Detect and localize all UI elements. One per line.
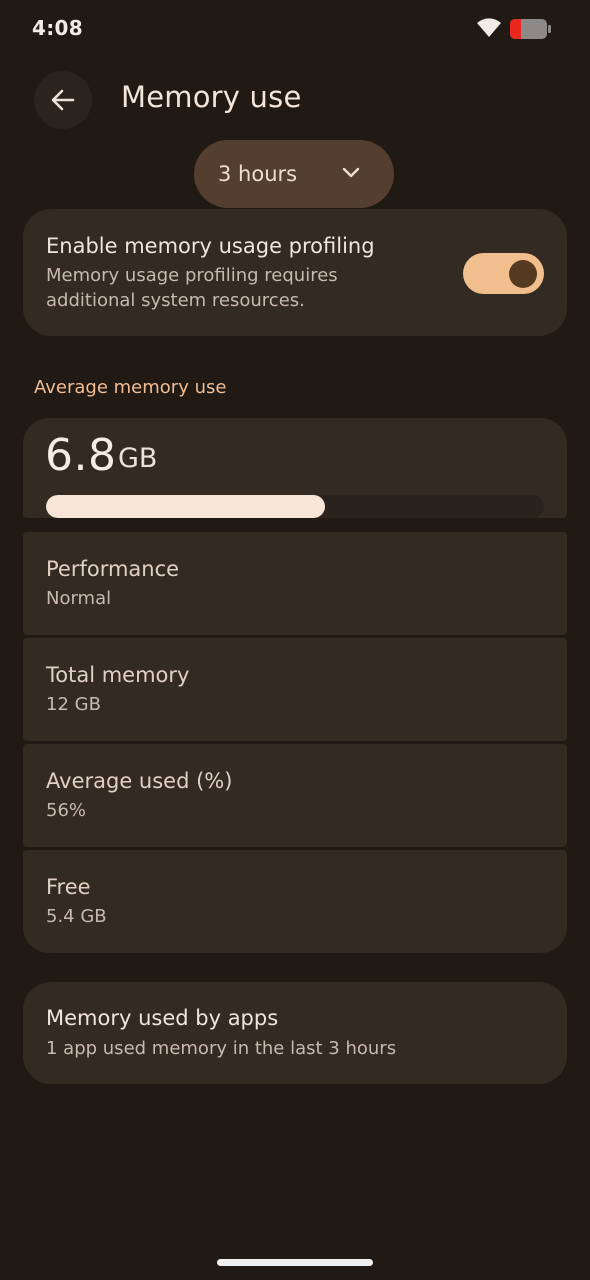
stat-label: Total memory bbox=[46, 663, 190, 687]
profiling-description-line1: Memory usage profiling requires bbox=[46, 265, 338, 286]
status-bar: 4:08 bbox=[0, 0, 590, 56]
stat-label: Free bbox=[46, 875, 91, 899]
stat-row-average-used: Average used (%) 56% bbox=[23, 744, 567, 847]
memory-profiling-setting[interactable]: Enable memory usage profiling Memory usa… bbox=[23, 209, 567, 336]
stat-label: Average used (%) bbox=[46, 769, 233, 793]
average-memory-unit: GB bbox=[118, 443, 158, 474]
stat-row-total-memory: Total memory 12 GB bbox=[23, 638, 567, 741]
stat-value: Normal bbox=[46, 588, 112, 609]
average-memory-card: 6.8 GB bbox=[23, 418, 567, 518]
chevron-down-icon bbox=[342, 167, 360, 178]
battery-icon bbox=[510, 19, 551, 39]
wifi-icon bbox=[477, 18, 501, 37]
profiling-toggle[interactable] bbox=[463, 253, 544, 294]
top-app-bar: Memory use bbox=[0, 60, 590, 140]
apps-title: Memory used by apps bbox=[46, 1006, 279, 1030]
stat-row-free: Free 5.4 GB bbox=[23, 850, 567, 953]
arrow-left-icon bbox=[51, 89, 75, 111]
stat-value: 5.4 GB bbox=[46, 906, 107, 927]
stat-value: 12 GB bbox=[46, 694, 101, 715]
memory-progress-bar bbox=[46, 495, 544, 518]
stat-label: Performance bbox=[46, 557, 180, 581]
apps-subtitle: 1 app used memory in the last 3 hours bbox=[46, 1038, 397, 1059]
toggle-knob bbox=[509, 260, 537, 288]
time-range-label: 3 hours bbox=[218, 162, 298, 186]
average-memory-value: 6.8 bbox=[45, 430, 117, 481]
section-header-average-memory: Average memory use bbox=[34, 377, 227, 398]
memory-used-by-apps-item[interactable]: Memory used by apps 1 app used memory in… bbox=[23, 982, 567, 1084]
page-title: Memory use bbox=[121, 80, 302, 114]
stat-value: 56% bbox=[46, 800, 87, 821]
back-button[interactable] bbox=[34, 71, 92, 129]
memory-progress-fill bbox=[46, 495, 325, 518]
home-indicator[interactable] bbox=[217, 1259, 373, 1266]
stat-row-performance: Performance Normal bbox=[23, 532, 567, 635]
status-time: 4:08 bbox=[32, 16, 83, 40]
profiling-title: Enable memory usage profiling bbox=[46, 234, 375, 258]
profiling-description-line2: additional system resources. bbox=[46, 290, 305, 311]
time-range-dropdown[interactable]: 3 hours bbox=[194, 140, 394, 208]
